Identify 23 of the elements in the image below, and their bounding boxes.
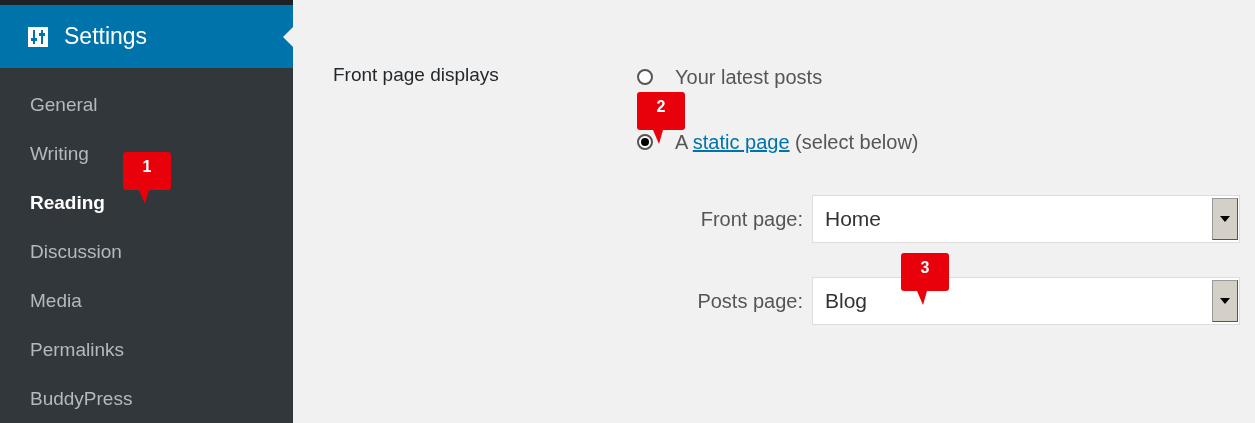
menu-title[interactable]: Settings [64,23,148,50]
radio-button[interactable] [637,134,653,150]
option-label: Your latest posts [675,65,823,89]
caret-icon [1220,216,1230,222]
field-label: Front page displays [333,64,500,87]
sidebar-item[interactable]: General [30,80,98,129]
sidebar-item[interactable]: Writing [30,129,89,178]
settings-icon [28,26,48,47]
active-pointer [283,27,293,47]
sidebar-item[interactable]: Discussion [30,227,122,276]
sidebar-item[interactable]: Permalinks [30,325,124,374]
dropdown-field[interactable]: Blog [812,277,1240,325]
sidebar-item[interactable]: Media [30,276,82,325]
sidebar-item[interactable]: Reading [30,178,105,227]
step-callout: 1 [123,152,171,204]
dropdown-field[interactable]: Home [812,195,1240,243]
radio-button[interactable] [637,69,653,85]
select-label: Posts page: [696,289,803,313]
select-label: Front page: [699,207,803,231]
step-callout: 3 [901,253,949,305]
caret-icon [1220,298,1230,304]
sidebar-item[interactable]: BuddyPress [30,374,133,423]
static-page-link[interactable]: static page [692,130,790,153]
